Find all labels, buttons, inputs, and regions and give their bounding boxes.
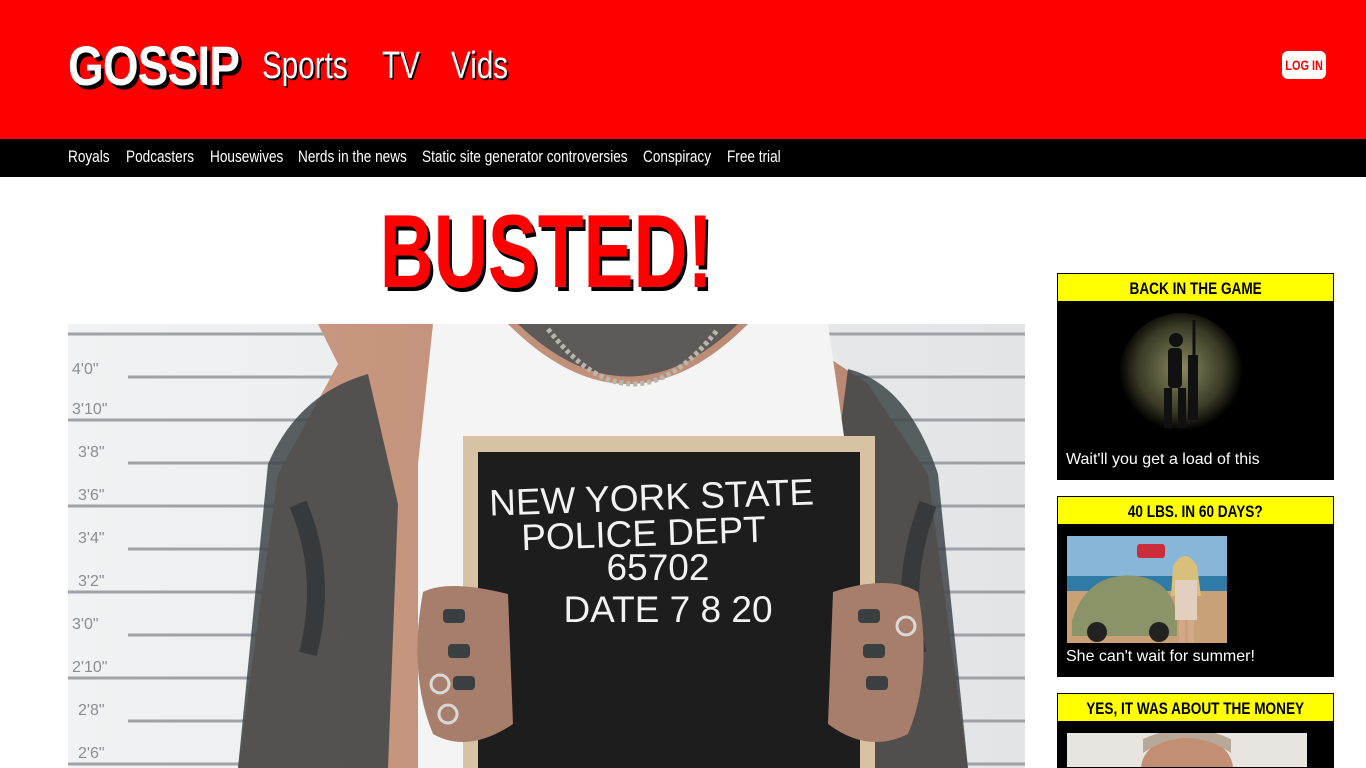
sidebar-card-about-the-money[interactable]: YES, IT WAS ABOUT THE MONEY <box>1057 693 1334 768</box>
card-caption[interactable]: She can't wait for summer! <box>1066 648 1255 666</box>
subnav-conspiracy[interactable]: Conspiracy <box>643 139 711 177</box>
subnav-free-trial[interactable]: Free trial <box>727 139 781 177</box>
card-image-performer[interactable] <box>1106 310 1256 440</box>
height-mark: 3'2" <box>78 573 105 590</box>
height-mark: 3'10" <box>72 401 107 418</box>
subnav-housewives[interactable]: Housewives <box>210 139 283 177</box>
mugshot-illustration: 4'0" 3'10" 3'8" 3'6" 3'4" 3'2" 3'0" 2'10… <box>68 324 1025 768</box>
subnav-royals[interactable]: Royals <box>68 139 110 177</box>
card-image-beach-car[interactable] <box>1067 536 1227 643</box>
nav-tv-link[interactable]: TV <box>382 44 420 88</box>
height-mark: 3'4" <box>78 530 105 547</box>
height-mark: 2'6" <box>78 745 105 762</box>
subnav-nerds-in-the-news[interactable]: Nerds in the news <box>298 139 407 177</box>
login-button-label: LOG IN <box>1285 57 1323 73</box>
sign-line-3: 65702 <box>607 547 710 588</box>
card-title-text: BACK IN THE GAME <box>1129 279 1262 298</box>
height-mark: 2'10" <box>72 659 107 676</box>
top-header: GOSSIP Sports TV Vids LOG IN <box>0 0 1366 139</box>
card-title: YES, IT WAS ABOUT THE MONEY <box>1058 694 1333 721</box>
site-logo[interactable]: GOSSIP <box>68 34 240 98</box>
login-button[interactable]: LOG IN <box>1282 51 1326 79</box>
card-caption[interactable]: Wait'll you get a load of this <box>1066 451 1260 469</box>
category-nav: Royals Podcasters Housewives Nerds in th… <box>0 139 1366 177</box>
headline-text: BUSTED! <box>380 194 713 310</box>
height-mark: 3'6" <box>78 487 105 504</box>
card-title-text: YES, IT WAS ABOUT THE MONEY <box>1086 699 1305 718</box>
nav-vids-link[interactable]: Vids <box>451 44 508 88</box>
height-mark: 2'8" <box>78 702 105 719</box>
nav-sports-link[interactable]: Sports <box>262 44 348 88</box>
sign-line-4: DATE 7 8 20 <box>563 589 772 630</box>
subnav-podcasters[interactable]: Podcasters <box>126 139 194 177</box>
sidebar-card-back-in-the-game[interactable]: BACK IN THE GAME Wait'll you get a load … <box>1057 273 1334 480</box>
card-title: 40 LBS. IN 60 DAYS? <box>1058 497 1333 524</box>
height-mark: 4'0" <box>72 361 99 378</box>
subnav-static-site-generator-controversies[interactable]: Static site generator controversies <box>422 139 628 177</box>
card-image-man-portrait[interactable] <box>1067 733 1307 768</box>
mugshot-photo[interactable]: 4'0" 3'10" 3'8" 3'6" 3'4" 3'2" 3'0" 2'10… <box>68 324 1025 768</box>
height-mark: 3'8" <box>78 444 105 461</box>
card-title-text: 40 LBS. IN 60 DAYS? <box>1128 502 1263 521</box>
sidebar-card-40-lbs[interactable]: 40 LBS. IN 60 DAYS? She can't wait for s… <box>1057 496 1334 677</box>
card-title: BACK IN THE GAME <box>1058 274 1333 301</box>
height-mark: 3'0" <box>72 616 99 633</box>
article-headline: BUSTED! <box>68 196 1025 308</box>
